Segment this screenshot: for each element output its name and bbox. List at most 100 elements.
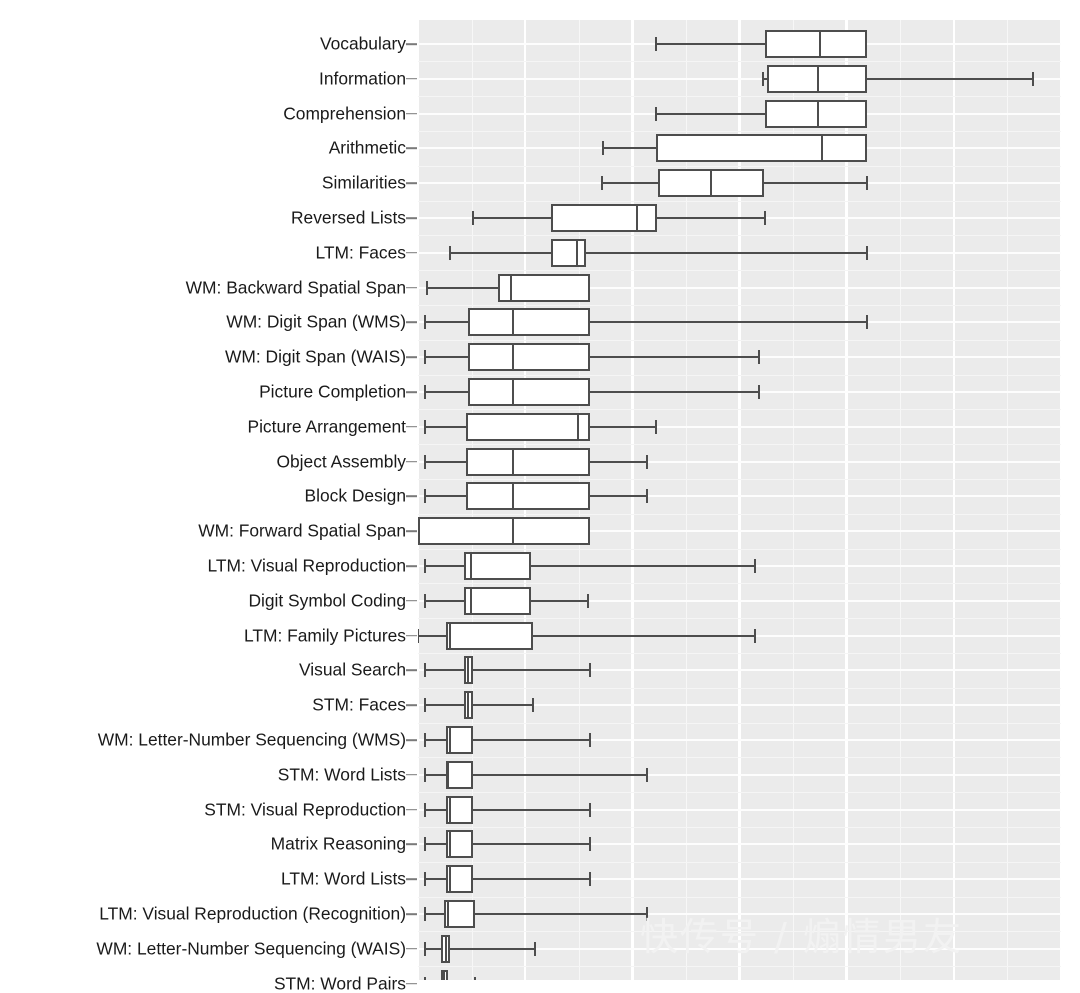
boxplot-whisker-cap-lower bbox=[423, 698, 426, 713]
y-axis-tick-label: WM: Letter-Number Sequencing (WAIS) bbox=[96, 938, 406, 959]
y-axis-tick-mark bbox=[406, 565, 417, 567]
boxplot-median-line bbox=[576, 412, 579, 441]
boxplot-whisker-cap-upper bbox=[1031, 71, 1034, 86]
y-axis-tick-label: WM: Forward Spatial Span bbox=[198, 520, 406, 541]
y-axis-tick-label: LTM: Family Pictures bbox=[243, 624, 406, 645]
gridline-horizontal-minor bbox=[418, 96, 1061, 98]
boxplot-whisker-cap-upper bbox=[589, 733, 591, 747]
boxplot-whisker-cap-lower bbox=[423, 559, 426, 573]
boxplot-median-line bbox=[449, 830, 452, 859]
boxplot-median-line bbox=[470, 552, 473, 580]
gridline-horizontal-minor bbox=[418, 479, 1061, 480]
boxplot-whisker-cap-upper bbox=[866, 176, 869, 191]
boxplot-whisker-cap-lower bbox=[423, 419, 426, 434]
boxplot-whisker-cap-lower bbox=[423, 733, 426, 747]
boxplot-median-line bbox=[511, 482, 514, 511]
y-axis-tick-label: Matrix Reasoning bbox=[270, 833, 406, 854]
boxplot-box bbox=[550, 204, 657, 232]
boxplot-box bbox=[468, 343, 590, 372]
boxplot-whisker-cap-upper bbox=[764, 211, 767, 225]
boxplot-whisker-cap-upper bbox=[589, 802, 591, 817]
boxplot-whisker-upper bbox=[472, 878, 590, 881]
y-axis-tick-mark bbox=[406, 913, 417, 915]
boxplot-whisker-lower bbox=[424, 460, 467, 463]
boxplot-median-line bbox=[509, 273, 512, 302]
boxplot-whisker-cap-lower bbox=[423, 872, 426, 887]
gridline-horizontal-minor bbox=[418, 235, 1061, 237]
boxplot-whisker-upper bbox=[450, 947, 536, 950]
gridline-horizontal-minor bbox=[418, 270, 1061, 272]
boxplot-whisker-cap-lower bbox=[423, 489, 426, 504]
boxplot-whisker-cap-lower bbox=[423, 593, 426, 608]
gridline-vertical-major bbox=[1059, 20, 1061, 980]
boxplot-whisker-lower bbox=[418, 634, 446, 637]
boxplot-whisker-cap-lower bbox=[423, 907, 426, 921]
boxplot-whisker-lower bbox=[424, 599, 465, 602]
boxplot-whisker-cap-lower bbox=[423, 837, 426, 852]
boxplot-whisker-cap-lower bbox=[423, 385, 426, 399]
boxplot-whisker-cap-lower bbox=[423, 941, 426, 956]
y-axis-tick-label: Picture Completion bbox=[259, 381, 406, 402]
boxplot-whisker-upper bbox=[590, 425, 656, 428]
y-axis-tick-label: Vocabulary bbox=[319, 33, 406, 54]
gridline-horizontal-minor bbox=[418, 339, 1061, 341]
boxplot-median-line bbox=[449, 865, 452, 894]
boxplot-whisker-upper bbox=[764, 182, 868, 185]
boxplot-whisker-cap-lower bbox=[423, 976, 426, 980]
gridline-horizontal-minor bbox=[418, 861, 1061, 863]
boxplot-whisker-upper bbox=[867, 77, 1033, 80]
boxplot-whisker-upper bbox=[533, 634, 756, 637]
boxplot-whisker-upper bbox=[590, 495, 647, 498]
boxplot-median-line bbox=[442, 969, 445, 980]
y-axis-tick-mark bbox=[406, 774, 417, 776]
y-axis-tick-label: LTM: Faces bbox=[315, 242, 406, 263]
y-axis-tick-label: LTM: Visual Reproduction bbox=[207, 555, 406, 576]
boxplot-whisker-upper bbox=[472, 669, 590, 672]
boxplot-whisker-cap-upper bbox=[754, 559, 757, 573]
gridline-vertical-minor bbox=[793, 20, 795, 980]
boxplot-whisker-lower bbox=[424, 495, 467, 498]
boxplot-whisker-cap-upper bbox=[645, 454, 648, 469]
y-axis-tick-label: WM: Digit Span (WAIS) bbox=[224, 346, 406, 367]
y-axis-tick-mark bbox=[406, 321, 417, 324]
boxplot-whisker-cap-lower bbox=[602, 141, 605, 156]
boxplot-whisker-lower bbox=[424, 391, 469, 393]
boxplot-whisker-upper bbox=[590, 356, 759, 359]
boxplot-median-line bbox=[511, 447, 514, 476]
boxplot-whisker-cap-upper bbox=[866, 315, 869, 330]
boxplot-whisker-lower bbox=[424, 321, 469, 324]
gridline-horizontal-minor bbox=[418, 896, 1061, 898]
boxplot-whisker-cap-lower bbox=[471, 211, 474, 225]
boxplot-whisker-upper bbox=[531, 599, 588, 602]
y-axis-tick-mark bbox=[406, 78, 417, 80]
y-axis-tick-label: Picture Arrangement bbox=[247, 416, 406, 437]
y-axis-tick-mark bbox=[406, 600, 417, 602]
boxplot-whisker-lower bbox=[424, 878, 446, 881]
boxplot-whisker-cap-upper bbox=[866, 245, 869, 260]
gridline-vertical-minor bbox=[900, 20, 902, 980]
boxplot-whisker-upper bbox=[585, 251, 868, 254]
boxplot-median-line bbox=[470, 586, 473, 615]
y-axis-tick-mark bbox=[406, 948, 417, 950]
boxplot-whisker-cap-lower bbox=[423, 767, 426, 782]
boxplot-whisker-cap-lower bbox=[423, 315, 426, 330]
boxplot-whisker-cap-lower bbox=[655, 37, 658, 51]
boxplot-box bbox=[464, 552, 532, 580]
gridline-horizontal-minor bbox=[418, 792, 1061, 794]
boxplot-median-line bbox=[467, 656, 470, 685]
boxplot-figure: Vocabulary Information Comprehension Arithm… bbox=[0, 0, 1080, 992]
boxplot-whisker-lower bbox=[424, 425, 467, 428]
boxplot-whisker-lower bbox=[424, 739, 446, 741]
boxplot-whisker-upper bbox=[472, 704, 534, 707]
boxplot-whisker-lower bbox=[656, 112, 766, 115]
y-axis-tick-mark bbox=[406, 878, 417, 880]
gridline-horizontal-minor bbox=[418, 409, 1061, 411]
boxplot-whisker-cap-lower bbox=[423, 454, 426, 469]
boxplot-whisker-cap-upper bbox=[586, 593, 589, 608]
boxplot-median-line bbox=[447, 900, 449, 928]
boxplot-whisker-cap-lower bbox=[426, 280, 429, 295]
boxplot-box bbox=[445, 760, 473, 789]
y-axis-tick-label: STM: Faces bbox=[312, 694, 406, 715]
y-axis-tick-mark bbox=[406, 182, 417, 184]
boxplot-median-line bbox=[817, 99, 820, 128]
